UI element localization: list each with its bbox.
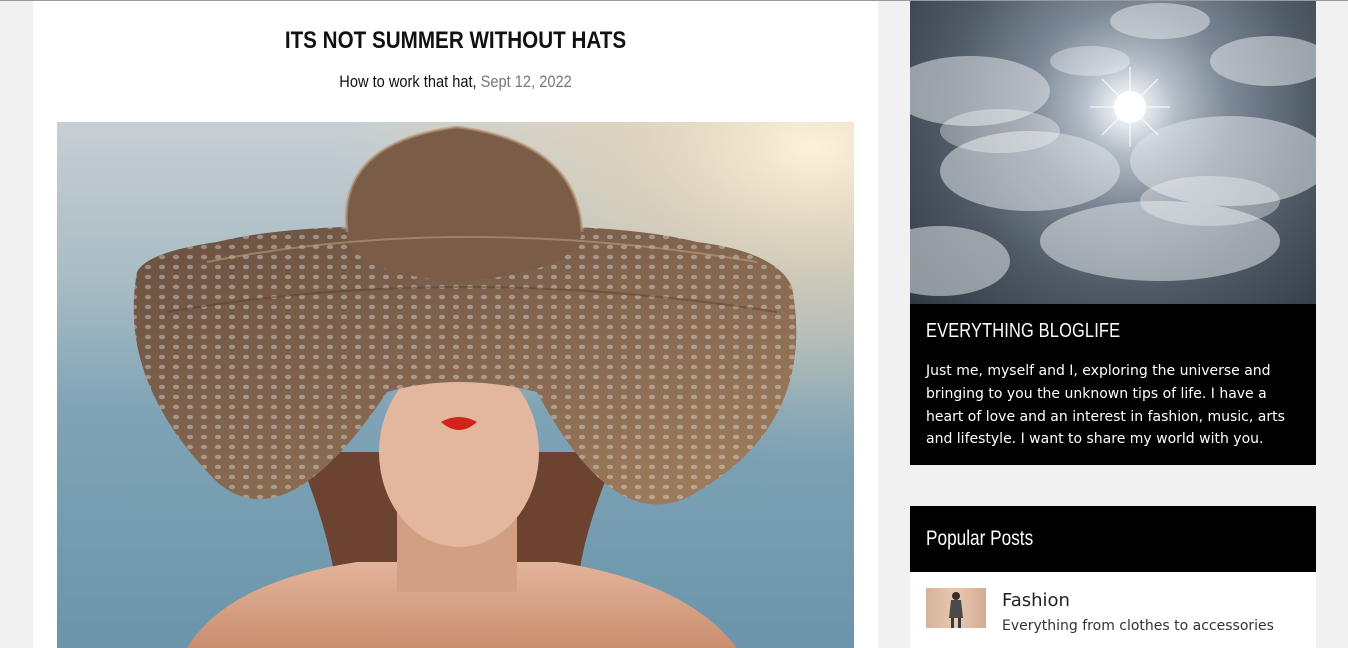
clouds-illustration xyxy=(910,3,1316,296)
post-title[interactable]: ITS NOT SUMMER WITHOUT HATS xyxy=(92,27,819,55)
about-card: EVERYTHING BLOGLIFE Just me, myself and … xyxy=(910,1,1316,465)
about-text: Just me, myself and I, exploring the uni… xyxy=(926,363,1285,448)
popular-posts-header: Popular Posts xyxy=(910,506,1316,572)
popular-post-title[interactable]: Fashion xyxy=(1002,590,1070,611)
popular-post-description: Everything from clothes to accessories xyxy=(1002,618,1274,634)
popular-post-thumbnail[interactable] xyxy=(926,588,986,628)
post-subtitle: How to work that hat, Sept 12, 2022 xyxy=(92,72,819,92)
popular-posts-card: Popular Posts Fashion Everything from cl… xyxy=(910,506,1316,648)
fashion-thumbnail-illustration xyxy=(949,592,963,628)
about-title: EVERYTHING BLOGLIFE xyxy=(926,320,1121,342)
popular-post-item[interactable]: Fashion Everything from clothes to acces… xyxy=(926,588,1306,638)
post-hero-image[interactable] xyxy=(57,122,854,648)
post-date: Sept 12, 2022 xyxy=(480,72,572,91)
post-card: ITS NOT SUMMER WITHOUT HATS How to work … xyxy=(33,1,878,648)
post-subtitle-text: How to work that hat, xyxy=(339,72,477,91)
popular-posts-heading: Popular Posts xyxy=(926,527,1034,550)
hat-woman-illustration xyxy=(57,122,854,648)
sky-image xyxy=(910,1,1316,304)
